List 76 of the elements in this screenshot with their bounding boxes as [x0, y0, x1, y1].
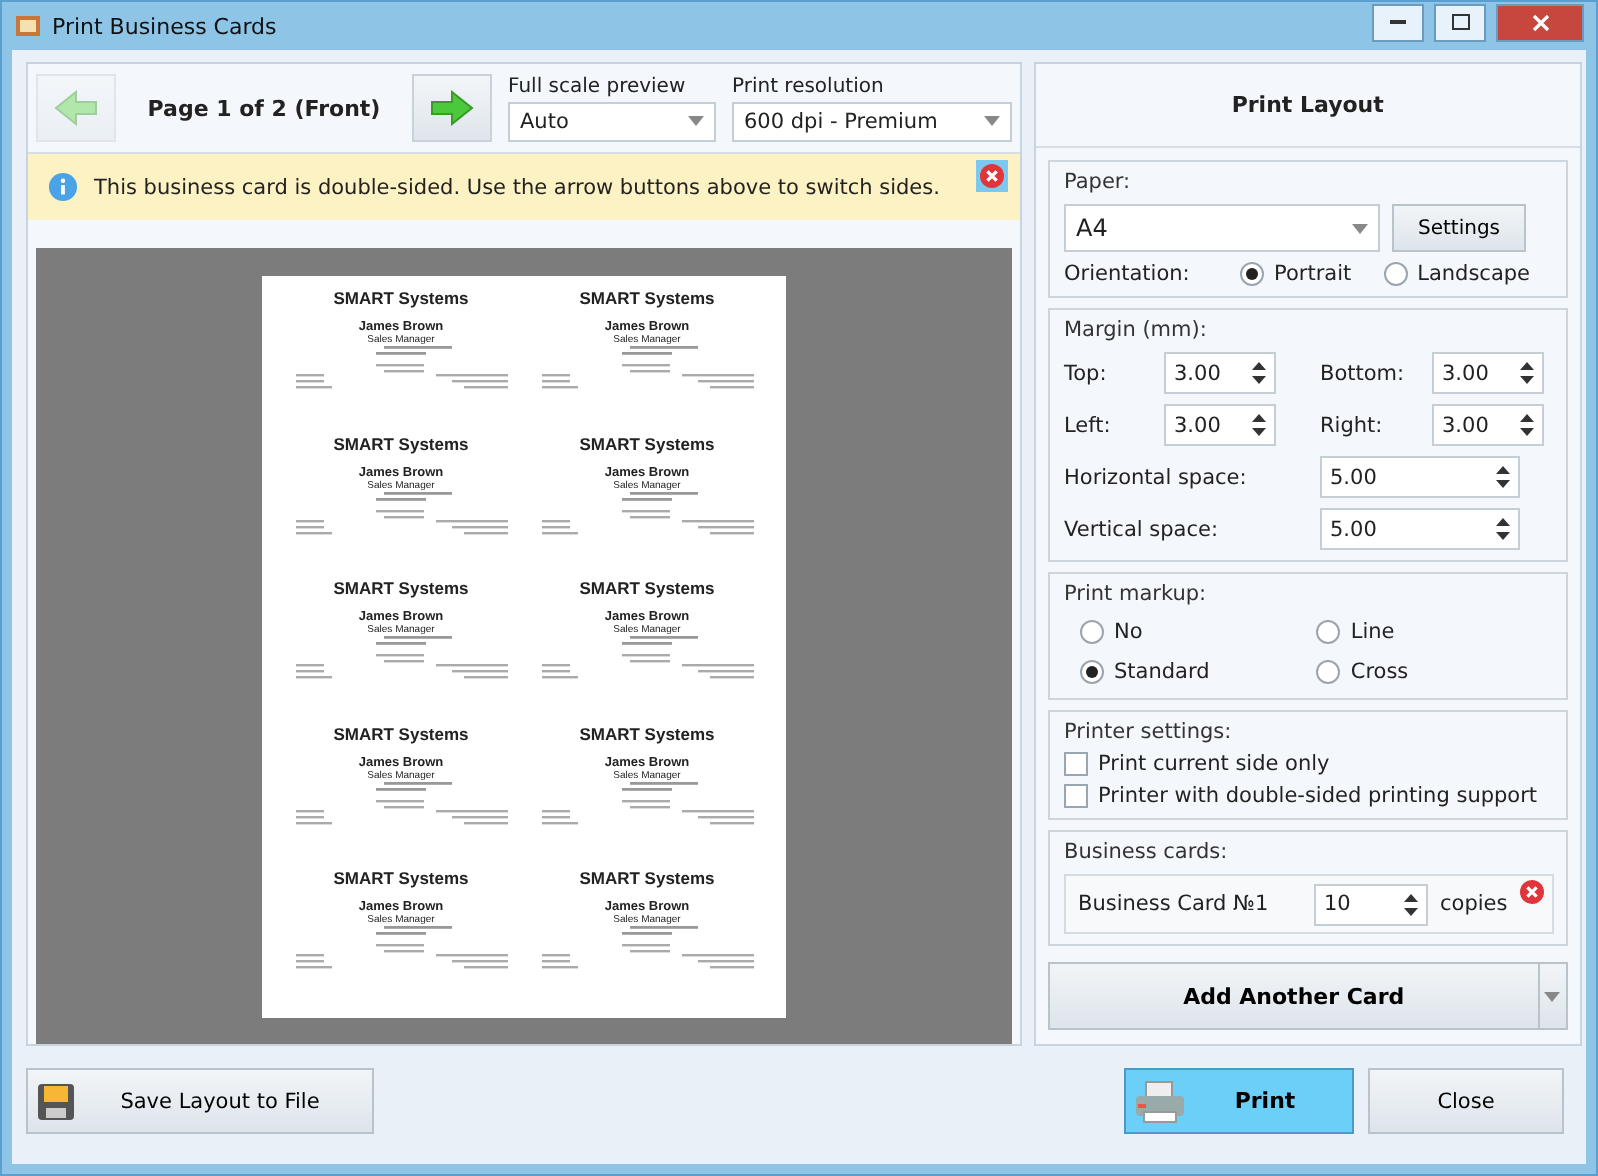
company-name: SMART Systems: [333, 578, 469, 599]
company-name: SMART Systems: [333, 288, 469, 308]
left-arrow-icon: [54, 90, 98, 126]
next-page-button[interactable]: [412, 74, 492, 142]
add-card-button[interactable]: Add Another Card: [1048, 962, 1540, 1030]
right-arrow-icon: [430, 90, 474, 126]
group-legend: Business cards:: [1064, 840, 1554, 864]
add-card-dropdown[interactable]: [1539, 962, 1568, 1030]
maximize-icon: [1451, 14, 1469, 30]
maximize-button[interactable]: [1434, 3, 1486, 41]
minimize-button[interactable]: [1372, 3, 1424, 41]
printer-checkbox[interactable]: Printer with double-sided printing support: [1064, 784, 1554, 808]
print-button[interactable]: Print: [1124, 1068, 1354, 1134]
margin-field[interactable]: 3.00: [1164, 352, 1276, 394]
close-button[interactable]: [1496, 3, 1584, 41]
group-legend: Paper:: [1064, 170, 1554, 194]
spin-arrows-icon[interactable]: [1520, 414, 1534, 436]
orientation-label: Orientation:: [1064, 262, 1192, 286]
space-field[interactable]: 5.00: [1320, 508, 1520, 550]
paper-dropdown[interactable]: A4: [1064, 204, 1380, 252]
page-label: Page 1 of 2 (Front): [145, 95, 383, 121]
orientation-radio[interactable]: Landscape: [1383, 262, 1531, 286]
margin-field[interactable]: 3.00: [1432, 404, 1544, 446]
markup-radio[interactable]: No: [1080, 620, 1317, 644]
preview-label: Full scale preview: [508, 75, 688, 97]
margin-label: Right:: [1320, 413, 1385, 437]
resolution-label: Print resolution: [732, 75, 886, 97]
printer-icon: [1134, 1079, 1186, 1123]
close-icon[interactable]: [980, 164, 1004, 188]
printer-checkbox[interactable]: Print current side only: [1064, 752, 1554, 776]
margin-field[interactable]: 3.00: [1432, 352, 1544, 394]
company-name: SMART Systems: [579, 578, 715, 599]
space-label: Vertical space:: [1064, 517, 1220, 541]
spin-arrows-icon[interactable]: [1252, 414, 1266, 436]
window-title: Print Business Cards: [52, 13, 279, 39]
space-label: Horizontal space:: [1064, 465, 1249, 489]
save-layout-button[interactable]: Save Layout to File: [26, 1068, 374, 1134]
company-name: SMART Systems: [579, 288, 715, 308]
minimize-icon: [1390, 20, 1406, 24]
company-name: SMART Systems: [333, 868, 469, 889]
panel-title: Print Layout: [1036, 64, 1580, 148]
group-legend: Printer settings:: [1064, 720, 1554, 744]
company-name: SMART Systems: [333, 723, 469, 744]
info-icon: [48, 172, 78, 202]
spin-arrows-icon[interactable]: [1404, 893, 1418, 915]
company-name: SMART Systems: [579, 723, 715, 744]
margin-field[interactable]: 3.00: [1164, 404, 1276, 446]
spin-arrows-icon[interactable]: [1520, 362, 1534, 384]
markup-radio[interactable]: Standard: [1080, 660, 1317, 684]
markup-radio[interactable]: Line: [1316, 620, 1554, 644]
floppy-icon: [36, 1081, 76, 1121]
settings-button[interactable]: Settings: [1392, 204, 1527, 252]
preview-dropdown[interactable]: Auto: [508, 101, 716, 141]
group-legend: Print markup:: [1064, 582, 1554, 606]
spin-arrows-icon[interactable]: [1496, 466, 1510, 488]
copies-field[interactable]: 10: [1314, 883, 1428, 925]
company-name: SMART Systems: [579, 433, 715, 454]
resolution-dropdown[interactable]: 600 dpi - Premium: [732, 101, 1012, 141]
margin-label: Top:: [1064, 361, 1109, 385]
close-dialog-button[interactable]: Close: [1368, 1068, 1564, 1134]
spin-arrows-icon[interactable]: [1252, 362, 1266, 384]
margin-label: Bottom:: [1320, 361, 1407, 385]
card-name: Business Card №1: [1078, 892, 1271, 916]
close-icon[interactable]: [1519, 880, 1544, 904]
orientation-radio[interactable]: Portrait: [1240, 262, 1352, 286]
company-name: SMART Systems: [579, 868, 715, 889]
spin-arrows-icon[interactable]: [1496, 518, 1510, 540]
margin-label: Left:: [1064, 413, 1113, 437]
close-icon: [1531, 13, 1549, 31]
group-legend: Margin (mm):: [1064, 318, 1554, 342]
company-name: SMART Systems: [333, 433, 469, 454]
space-field[interactable]: 5.00: [1320, 456, 1520, 498]
markup-radio[interactable]: Cross: [1316, 660, 1554, 684]
app-icon: [14, 12, 42, 40]
info-message: This business card is double-sided. Use the arrow buttons above to switch sides.: [94, 175, 942, 199]
copies-label: copies: [1440, 892, 1508, 916]
